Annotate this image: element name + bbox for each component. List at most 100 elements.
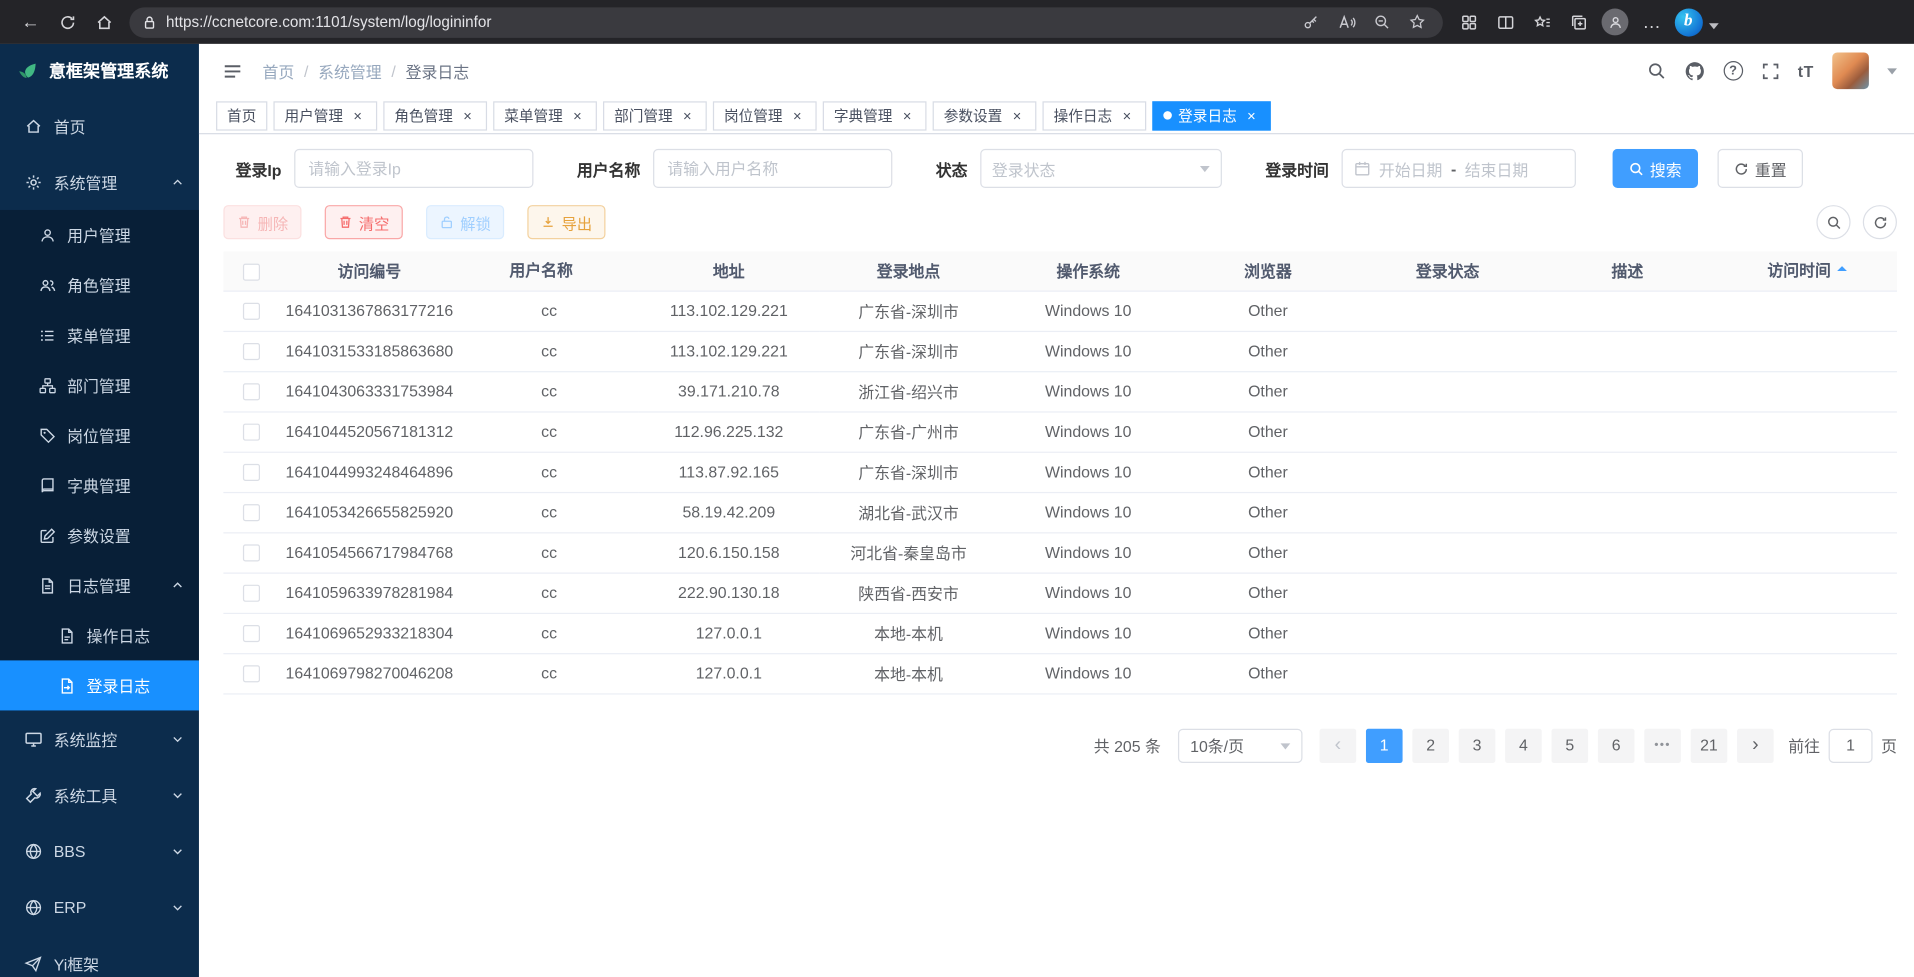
column-os[interactable]: 操作系统: [998, 251, 1178, 290]
select-all-checkbox[interactable]: [243, 263, 260, 280]
password-key-icon[interactable]: [1298, 10, 1325, 34]
clear-button[interactable]: 清空: [325, 205, 403, 239]
chevron-down-icon[interactable]: [1709, 23, 1719, 34]
close-icon[interactable]: ×: [1008, 107, 1025, 124]
address-bar[interactable]: https://ccnetcore.com:1101/system/log/lo…: [129, 7, 1442, 38]
browser-profile-icon[interactable]: [1597, 5, 1634, 39]
sidebar-item-system-management[interactable]: 系统管理: [0, 154, 199, 210]
close-icon[interactable]: ×: [349, 107, 366, 124]
favorites-star-icon[interactable]: [1404, 10, 1431, 34]
unlock-button[interactable]: 解锁: [426, 205, 504, 239]
browser-menu-icon[interactable]: …: [1633, 5, 1670, 39]
extensions-icon[interactable]: [1450, 5, 1487, 39]
row-checkbox[interactable]: [243, 504, 260, 521]
sidebar-item-erp[interactable]: ERP: [0, 879, 199, 935]
font-size-icon[interactable]: tT: [1798, 62, 1814, 80]
sidebar-item-bbs[interactable]: BBS: [0, 823, 199, 879]
toggle-search-icon[interactable]: [1816, 205, 1850, 239]
github-icon[interactable]: [1684, 60, 1705, 81]
row-checkbox[interactable]: [243, 464, 260, 481]
page-button-5[interactable]: 5: [1551, 728, 1588, 762]
help-icon[interactable]: ?: [1723, 61, 1743, 81]
tab-home[interactable]: 首页: [216, 101, 267, 130]
tab-menu-management[interactable]: 菜单管理×: [493, 101, 597, 130]
sort-icon[interactable]: [579, 261, 589, 283]
column-access-time[interactable]: 访问时间: [1717, 251, 1897, 290]
page-button-21[interactable]: 21: [1691, 728, 1728, 762]
sidebar-item-post-management[interactable]: 岗位管理: [0, 410, 199, 460]
refresh-table-icon[interactable]: [1863, 205, 1897, 239]
login-ip-input[interactable]: [294, 149, 533, 188]
close-icon[interactable]: ×: [1243, 107, 1260, 124]
column-access-id[interactable]: 访问编号: [280, 251, 460, 290]
tab-dictionary-management[interactable]: 字典管理×: [823, 101, 927, 130]
zoom-out-icon[interactable]: [1368, 10, 1395, 34]
export-button[interactable]: 导出: [527, 205, 605, 239]
page-button-2[interactable]: 2: [1412, 728, 1449, 762]
tab-role-management[interactable]: 角色管理×: [383, 101, 487, 130]
sort-icon[interactable]: [1837, 261, 1847, 283]
sidebar-item-home[interactable]: 首页: [0, 98, 199, 154]
refresh-icon[interactable]: [49, 5, 86, 39]
delete-button[interactable]: 删除: [223, 205, 301, 239]
close-icon[interactable]: ×: [569, 107, 586, 124]
row-checkbox[interactable]: [243, 585, 260, 602]
breadcrumb-item-home[interactable]: 首页: [262, 59, 294, 82]
sidebar-item-parameter-settings[interactable]: 参数设置: [0, 510, 199, 560]
back-icon[interactable]: ←: [12, 5, 49, 39]
column-browser[interactable]: 浏览器: [1178, 251, 1358, 290]
favorites-bar-icon[interactable]: [1523, 5, 1560, 39]
column-description[interactable]: 描述: [1538, 251, 1718, 290]
sidebar-item-department-management[interactable]: 部门管理: [0, 360, 199, 410]
tab-operation-log[interactable]: 操作日志×: [1043, 101, 1147, 130]
user-name-input[interactable]: [653, 149, 892, 188]
next-page-button[interactable]: ›: [1737, 728, 1774, 762]
tab-post-management[interactable]: 岗位管理×: [713, 101, 817, 130]
column-address[interactable]: 地址: [639, 251, 819, 290]
sidebar-item-user-management[interactable]: 用户管理: [0, 210, 199, 260]
page-button-1[interactable]: 1: [1366, 728, 1403, 762]
page-button-3[interactable]: 3: [1459, 728, 1496, 762]
home-icon[interactable]: [85, 5, 122, 39]
collections-icon[interactable]: [1560, 5, 1597, 39]
page-button-6[interactable]: 6: [1598, 728, 1635, 762]
close-icon[interactable]: ×: [679, 107, 696, 124]
tab-user-management[interactable]: 用户管理×: [273, 101, 377, 130]
status-select[interactable]: 登录状态: [980, 149, 1222, 188]
column-location[interactable]: 登录地点: [819, 251, 999, 290]
close-icon[interactable]: ×: [899, 107, 916, 124]
sidebar-item-operation-log[interactable]: 操作日志: [0, 610, 199, 660]
sidebar-item-menu-management[interactable]: 菜单管理: [0, 310, 199, 360]
sidebar-collapse-icon[interactable]: [216, 55, 248, 87]
row-checkbox[interactable]: [243, 343, 260, 360]
sidebar-item-log-management[interactable]: 日志管理: [0, 560, 199, 610]
read-aloud-icon[interactable]: [1333, 10, 1360, 34]
row-checkbox[interactable]: [243, 545, 260, 562]
sidebar-item-system-tools[interactable]: 系统工具: [0, 767, 199, 823]
prev-page-button[interactable]: ‹: [1320, 728, 1357, 762]
fullscreen-icon[interactable]: [1761, 62, 1779, 80]
close-icon[interactable]: ×: [789, 107, 806, 124]
row-checkbox[interactable]: [243, 625, 260, 642]
close-icon[interactable]: ×: [1118, 107, 1135, 124]
column-user-name[interactable]: 用户名称: [459, 251, 639, 290]
reset-button[interactable]: 重置: [1717, 149, 1802, 188]
row-checkbox[interactable]: [243, 303, 260, 320]
tab-login-log[interactable]: 登录日志×: [1153, 101, 1271, 130]
page-button-4[interactable]: 4: [1505, 728, 1542, 762]
tab-department-management[interactable]: 部门管理×: [603, 101, 707, 130]
sidebar-item-system-monitor[interactable]: 系统监控: [0, 710, 199, 766]
row-checkbox[interactable]: [243, 424, 260, 441]
date-range-picker[interactable]: 开始日期 - 结束日期: [1341, 149, 1575, 188]
user-avatar[interactable]: [1832, 52, 1869, 89]
row-checkbox[interactable]: [243, 384, 260, 401]
split-screen-icon[interactable]: [1487, 5, 1524, 39]
more-pages-button[interactable]: •••: [1644, 728, 1681, 762]
sidebar-item-role-management[interactable]: 角色管理: [0, 260, 199, 310]
close-icon[interactable]: ×: [459, 107, 476, 124]
column-status[interactable]: 登录状态: [1358, 251, 1538, 290]
chevron-down-icon[interactable]: [1887, 68, 1897, 79]
tab-parameter-settings[interactable]: 参数设置×: [933, 101, 1037, 130]
sidebar-item-dictionary-management[interactable]: 字典管理: [0, 460, 199, 510]
jump-page-input[interactable]: [1829, 728, 1873, 762]
